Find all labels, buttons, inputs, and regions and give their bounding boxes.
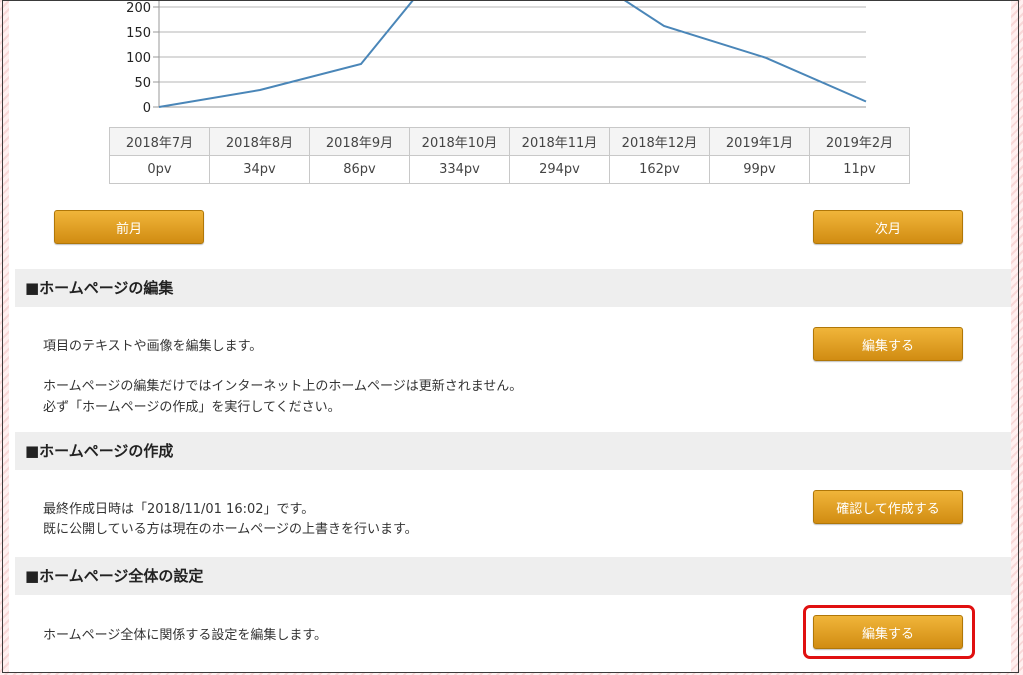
y-tick-label: 200 bbox=[126, 1, 151, 16]
highlight-box bbox=[803, 605, 975, 659]
table-cell-month: 2018年12月 bbox=[609, 127, 710, 156]
edit-note-line2: 必ず「ホームページの作成」を実行してください。 bbox=[43, 400, 341, 415]
table-cell-month: 2019年1月 bbox=[709, 127, 810, 156]
main-panel: 0 50 100 150 200 2018年7月 2018年8月 2018年9月 2018年1… bbox=[9, 1, 1011, 672]
section-heading-settings: ■ホームページ全体の設定 bbox=[15, 557, 1011, 595]
prev-month-button[interactable]: 前月 bbox=[54, 210, 204, 244]
edit-note-line1: ホームページの編集だけではインターネット上のホームページは更新されません。 bbox=[43, 379, 523, 394]
edit-description: 項目のテキストや画像を編集します。 bbox=[43, 339, 263, 354]
chart-y-ticks: 0 50 100 150 200 bbox=[126, 1, 159, 116]
table-cell-pv: 0pv bbox=[109, 155, 210, 184]
table-cell-month: 2018年9月 bbox=[309, 127, 410, 156]
section-heading-edit: ■ホームページの編集 bbox=[15, 269, 1011, 307]
table-cell-month: 2018年11月 bbox=[509, 127, 610, 156]
table-cell-pv: 11pv bbox=[809, 155, 910, 184]
y-tick-label: 150 bbox=[126, 26, 151, 41]
table-cell-pv: 86pv bbox=[309, 155, 410, 184]
y-tick-label: 100 bbox=[126, 51, 151, 66]
edit-homepage-button[interactable]: 編集する bbox=[813, 327, 963, 361]
pageview-line-chart: 0 50 100 150 200 bbox=[126, 1, 867, 116]
series-line bbox=[158, 1, 867, 108]
chart-series bbox=[158, 1, 867, 108]
table-cell-month: 2018年8月 bbox=[209, 127, 310, 156]
table-cell-month: 2018年7月 bbox=[109, 127, 210, 156]
next-month-button[interactable]: 次月 bbox=[813, 210, 963, 244]
create-overwrite-note: 既に公開している方は現在のホームページの上書きを行います。 bbox=[43, 522, 418, 537]
table-cell-pv: 294pv bbox=[509, 155, 610, 184]
section-heading-create: ■ホームページの作成 bbox=[15, 432, 1011, 470]
table-cell-pv: 334pv bbox=[409, 155, 510, 184]
confirm-create-button[interactable]: 確認して作成する bbox=[813, 490, 963, 524]
table-cell-month: 2018年10月 bbox=[409, 127, 510, 156]
settings-description: ホームページ全体に関係する設定を編集します。 bbox=[43, 628, 328, 643]
pageview-table: 2018年7月 2018年8月 2018年9月 2018年10月 2018年11月 201… bbox=[109, 127, 910, 184]
y-tick-label: 0 bbox=[143, 101, 151, 116]
browser-frame: 0 50 100 150 200 2018年7月 2018年8月 2018年9月 2018年1… bbox=[2, 0, 1019, 673]
create-last-built: 最終作成日時は「2018/11/01 16:02」です。 bbox=[43, 502, 315, 517]
table-row-months: 2018年7月 2018年8月 2018年9月 2018年10月 2018年11月 201… bbox=[109, 127, 910, 156]
table-cell-month: 2019年2月 bbox=[809, 127, 910, 156]
chart-grid bbox=[158, 1, 866, 108]
table-row-pageviews: 0pv 34pv 86pv 334pv 294pv 162pv 99pv 11pv bbox=[109, 155, 910, 184]
table-cell-pv: 99pv bbox=[709, 155, 810, 184]
table-cell-pv: 34pv bbox=[209, 155, 310, 184]
y-tick-label: 50 bbox=[134, 76, 151, 91]
table-cell-pv: 162pv bbox=[609, 155, 710, 184]
